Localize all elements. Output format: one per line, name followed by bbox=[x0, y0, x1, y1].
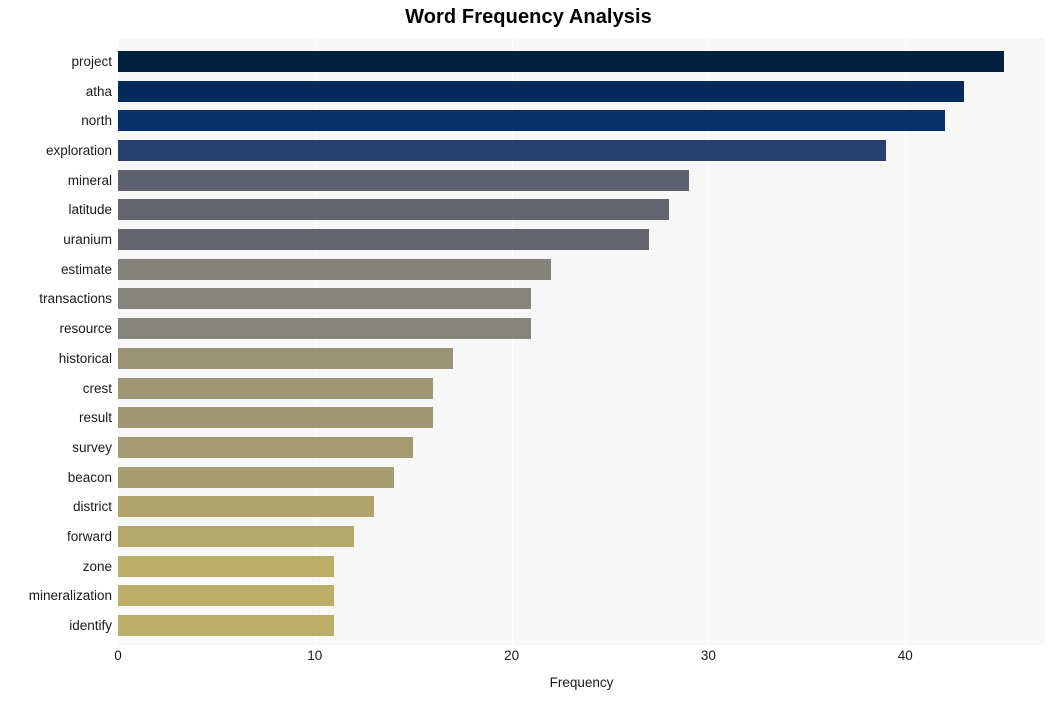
y-tick-label: survey bbox=[72, 439, 112, 455]
bar[interactable] bbox=[118, 496, 374, 518]
x-tick-label: 30 bbox=[700, 648, 716, 663]
bar[interactable] bbox=[118, 525, 355, 547]
x-axis-tick-labels: 0 10 20 30 40 bbox=[0, 648, 1057, 670]
bar[interactable] bbox=[118, 288, 532, 310]
word-frequency-chart: Word Frequency Analysis project atha north… bbox=[0, 0, 1057, 701]
bar[interactable] bbox=[118, 229, 650, 251]
bar[interactable] bbox=[118, 258, 551, 280]
bar[interactable] bbox=[118, 466, 394, 488]
y-tick-label: estimate bbox=[60, 261, 112, 277]
y-tick-label: mineral bbox=[67, 172, 112, 188]
plot-area bbox=[118, 38, 1045, 645]
bar[interactable] bbox=[118, 377, 433, 399]
y-tick-label: result bbox=[78, 410, 112, 426]
y-tick-label: atha bbox=[85, 83, 112, 99]
y-tick-label: beacon bbox=[67, 469, 112, 485]
chart-title: Word Frequency Analysis bbox=[405, 6, 652, 28]
y-tick-label: latitude bbox=[68, 202, 112, 218]
y-axis-tick-labels: project atha north exploration mineral latitu… bbox=[0, 38, 112, 645]
y-tick-label: north bbox=[81, 113, 112, 129]
y-tick-label: resource bbox=[59, 321, 112, 337]
bar[interactable] bbox=[118, 80, 965, 102]
y-tick-label: project bbox=[71, 54, 112, 69]
bar[interactable] bbox=[118, 585, 335, 607]
y-tick-label: crest bbox=[82, 380, 112, 396]
bar[interactable] bbox=[118, 140, 886, 162]
bar[interactable] bbox=[118, 347, 453, 369]
x-tick-label: 0 bbox=[114, 648, 122, 663]
bar[interactable] bbox=[118, 169, 689, 191]
bar[interactable] bbox=[118, 318, 532, 340]
bar[interactable] bbox=[118, 199, 670, 221]
x-tick-label: 10 bbox=[307, 648, 323, 663]
y-tick-label: identify bbox=[69, 617, 112, 633]
y-tick-label: exploration bbox=[45, 143, 112, 159]
bar[interactable] bbox=[118, 51, 1004, 72]
y-tick-label: forward bbox=[66, 528, 112, 544]
y-tick-label: transactions bbox=[39, 291, 112, 307]
x-tick-label: 20 bbox=[504, 648, 520, 663]
x-axis-title: Frequency bbox=[549, 675, 614, 690]
bar[interactable] bbox=[118, 614, 335, 636]
bar[interactable] bbox=[118, 407, 433, 429]
x-tick-label: 40 bbox=[897, 648, 913, 663]
y-tick-label: historical bbox=[58, 350, 112, 366]
y-tick-label: zone bbox=[82, 558, 112, 574]
y-tick-label: mineralization bbox=[28, 588, 112, 604]
bar[interactable] bbox=[118, 555, 335, 577]
bar[interactable] bbox=[118, 436, 414, 458]
y-tick-label: uranium bbox=[63, 232, 112, 248]
y-tick-label: district bbox=[72, 499, 112, 515]
bar[interactable] bbox=[118, 110, 945, 132]
